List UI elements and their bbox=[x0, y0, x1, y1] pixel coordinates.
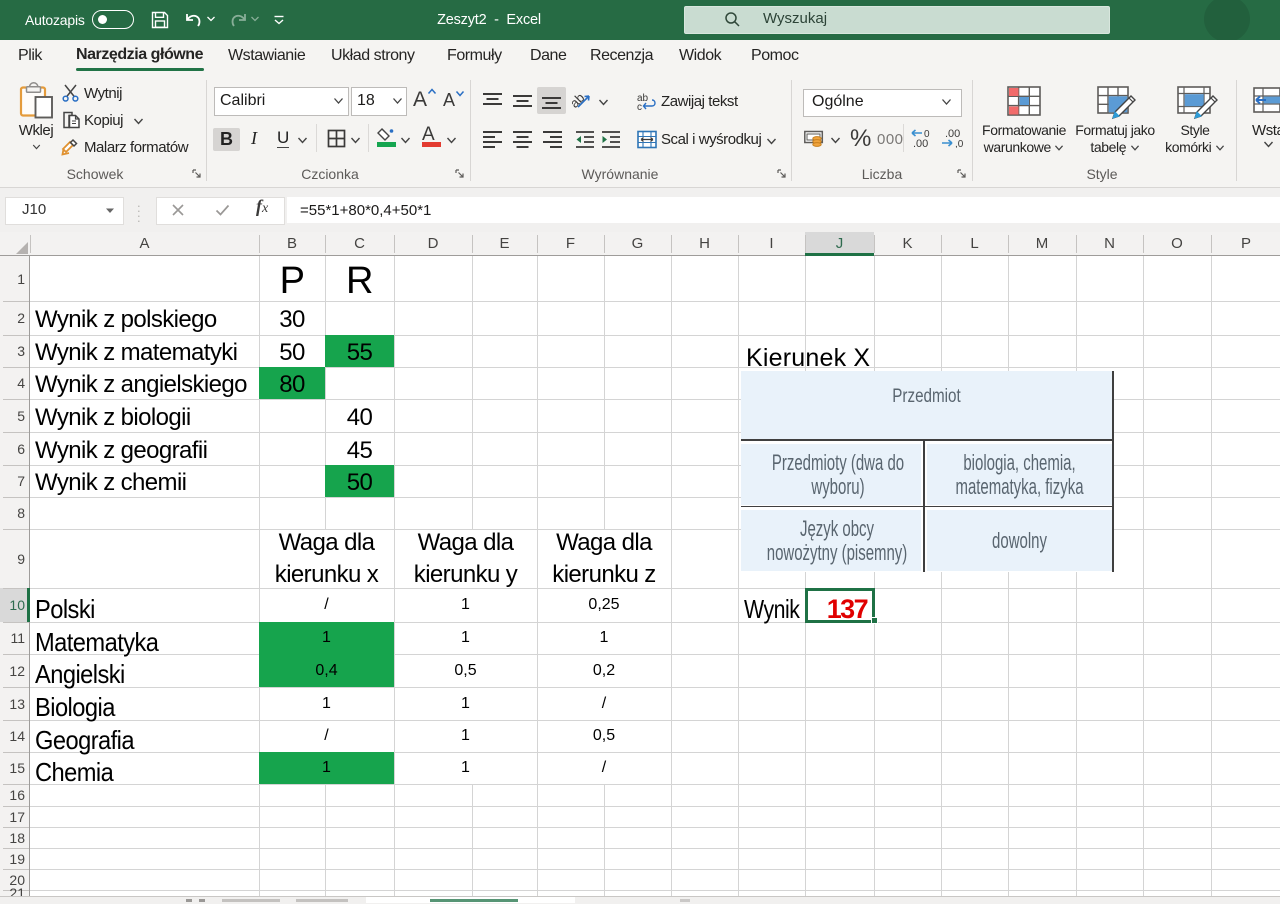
svg-text:c: c bbox=[637, 102, 642, 111]
svg-text:,0: ,0 bbox=[955, 139, 964, 148]
svg-text:.00: .00 bbox=[913, 138, 928, 148]
